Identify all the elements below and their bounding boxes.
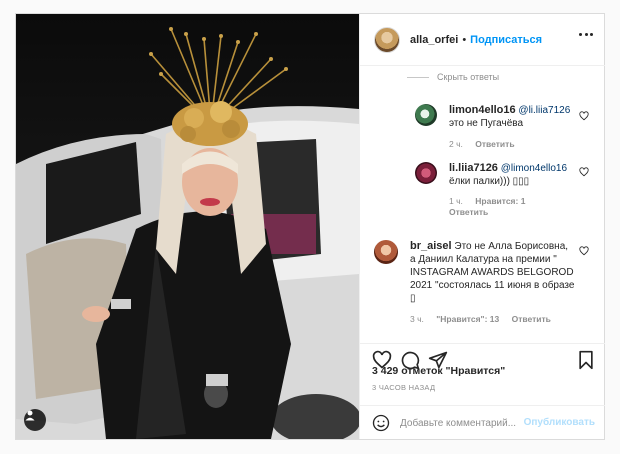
hide-replies-label: Скрыть ответы: [437, 72, 500, 82]
comment-time[interactable]: 3 ч.: [410, 314, 424, 324]
comment-like-icon[interactable]: [579, 111, 589, 121]
comment-composer: Опубликовать: [360, 405, 605, 439]
post-timestamp[interactable]: 3 ЧАСОВ НАЗАД: [372, 383, 435, 392]
user-tag-icon[interactable]: [24, 409, 46, 431]
comment-meta: 2 ч. Ответить: [449, 138, 584, 151]
reply-button[interactable]: Ответить: [475, 139, 514, 149]
commenter-avatar[interactable]: [415, 104, 437, 126]
hide-replies-button[interactable]: Скрыть ответы: [407, 72, 499, 82]
author-avatar[interactable]: [374, 26, 400, 53]
comment-like-icon[interactable]: [579, 167, 589, 177]
follow-button[interactable]: Подписаться: [470, 34, 542, 46]
comment-body: li.liia7126 @limon4ello16 ёлки палки))) …: [449, 162, 584, 218]
post-header: alla_orfei • Подписаться: [360, 14, 605, 66]
comment-reply: li.liia7126 @limon4ello16 ёлки палки))) …: [415, 162, 585, 222]
reply-button[interactable]: Ответить: [512, 314, 551, 324]
reply-button[interactable]: Ответить: [449, 207, 488, 217]
comment-body: br_aisel Это не Алла Борисовна, а Даниил…: [410, 240, 575, 326]
comment-input[interactable]: [400, 414, 520, 432]
comment-username[interactable]: li.liia7126: [449, 162, 498, 174]
commenter-avatar[interactable]: [415, 162, 437, 184]
comment-body: limon4ello16 @li.liia7126 это не Пугачёв…: [449, 104, 584, 151]
comment: br_aisel Это не Алла Борисовна, а Даниил…: [374, 240, 579, 340]
commenter-avatar[interactable]: [374, 240, 398, 264]
photo-illustration: [16, 27, 359, 439]
replies-divider: [407, 76, 429, 78]
comment-time[interactable]: 1 ч.: [449, 196, 463, 206]
comment-username[interactable]: limon4ello16: [449, 104, 516, 116]
comment-username[interactable]: br_aisel: [410, 240, 452, 252]
post-side-panel: alla_orfei • Подписаться Скрыть ответы l…: [359, 14, 605, 439]
emoji-icon[interactable]: [372, 414, 390, 432]
publish-button[interactable]: Опубликовать: [524, 417, 595, 428]
comment-time[interactable]: 2 ч.: [449, 139, 463, 149]
comment-likes-count[interactable]: Нравится: 1: [475, 196, 525, 206]
comment-like-icon[interactable]: [579, 246, 589, 256]
comment-mention[interactable]: @limon4ello16: [501, 163, 567, 174]
comment-text: ёлки палки))) ▯▯▯: [449, 176, 530, 187]
comment-meta: 3 ч. "Нравится": 13 Ответить: [410, 313, 575, 326]
instagram-post: alla_orfei • Подписаться Скрыть ответы l…: [15, 13, 605, 440]
author-username[interactable]: alla_orfei: [410, 34, 458, 46]
header-separator: •: [462, 33, 467, 46]
comment-mention[interactable]: @li.liia7126: [518, 105, 570, 116]
comment-likes-count[interactable]: "Нравится": 13: [436, 314, 499, 324]
post-photo[interactable]: [16, 14, 359, 439]
comment-meta: 1 ч. Нравится: 1 Ответить: [449, 196, 584, 218]
comment-text: это не Пугачёва: [449, 118, 524, 129]
comments-list: Скрыть ответы limon4ello16 @li.liia7126 …: [360, 66, 605, 343]
bookmark-icon[interactable]: [576, 350, 596, 370]
comment-reply: limon4ello16 @li.liia7126 это не Пугачёв…: [415, 104, 585, 154]
likes-count[interactable]: 3 429 отметок "Нравится": [372, 365, 505, 377]
more-options-icon[interactable]: [579, 33, 593, 37]
